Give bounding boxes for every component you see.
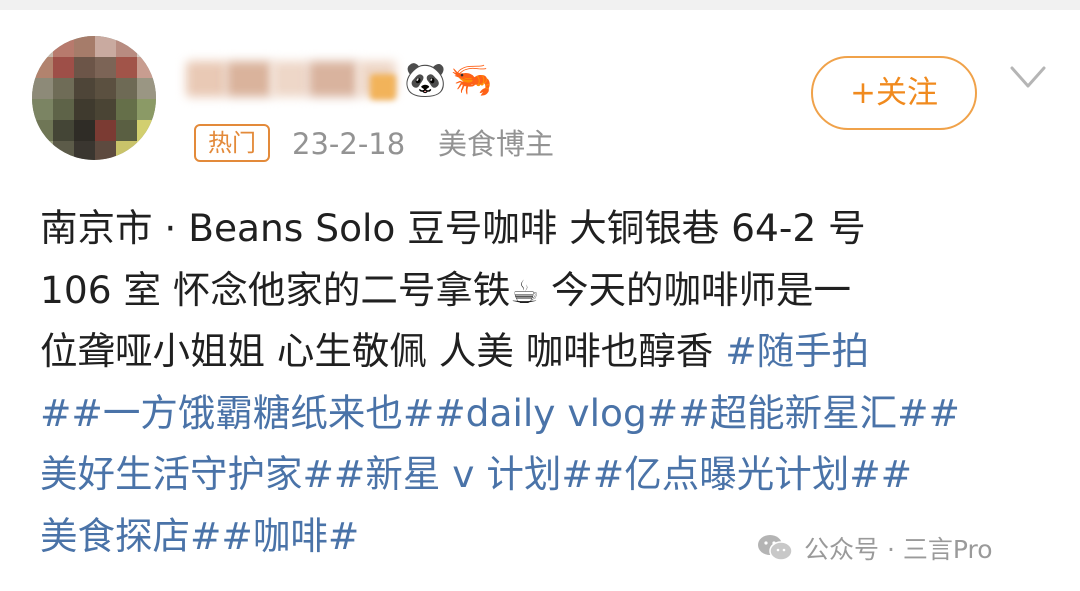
username-blur-badge: [370, 74, 396, 100]
post-body-line: 106 室 怀念他家的二号拿铁☕ 今天的咖啡师是一: [40, 260, 1050, 322]
avatar[interactable]: [32, 36, 156, 160]
hashtag-line[interactable]: ##一方饿霸糖纸来也##daily vlog##超能新星汇##: [40, 383, 1050, 445]
hot-badge: 热门: [194, 124, 270, 162]
hashtag-links-text[interactable]: ##一方饿霸糖纸来也##daily vlog##超能新星汇##: [40, 391, 960, 435]
post-body-line: 南京市 · Beans Solo 豆号咖啡 大铜银巷 64-2 号: [40, 198, 1050, 260]
chevron-down-icon[interactable]: [1008, 60, 1048, 96]
username-blurred[interactable]: [186, 56, 398, 102]
hashtag-line[interactable]: 美好生活守护家##新星 v 计划##亿点曝光计划##: [40, 444, 1050, 506]
panda-icon: 🐼: [404, 60, 447, 100]
follow-button[interactable]: +关注: [811, 56, 977, 130]
post-text-segment: 位聋哑小姐姐 心生敬佩 人美 咖啡也醇香: [40, 329, 726, 373]
post-text-segment: 南京市 · Beans Solo 豆号咖啡 大铜银巷 64-2 号: [40, 206, 866, 250]
hashtag-links-text[interactable]: 美好生活守护家##新星 v 计划##亿点曝光计划##: [40, 452, 912, 496]
user-category-label: 美食博主: [438, 127, 555, 161]
post-body-line: 位聋哑小姐姐 心生敬佩 人美 咖啡也醇香 #随手拍: [40, 321, 1050, 383]
wechat-watermark: 公众号 · 三言Pro: [756, 528, 993, 568]
post-text-segment: 今天的咖啡师是一: [539, 267, 852, 312]
hashtag-link[interactable]: #随手拍: [725, 329, 869, 373]
top-divider-strip: [0, 0, 1080, 10]
coffee-icon: ☕: [510, 272, 540, 311]
post-date: 23-2-18: [292, 127, 406, 161]
post-body: 南京市 · Beans Solo 豆号咖啡 大铜银巷 64-2 号 106 室 …: [40, 198, 1050, 567]
post-text-segment: 106 室 怀念他家的二号拿铁: [40, 267, 511, 312]
hashtag-links-text[interactable]: 美食探店##咖啡#: [40, 514, 359, 558]
wechat-icon: [758, 535, 793, 561]
shrimp-icon: 🦐: [450, 60, 493, 100]
watermark-text: 公众号 · 三言Pro: [804, 535, 993, 564]
